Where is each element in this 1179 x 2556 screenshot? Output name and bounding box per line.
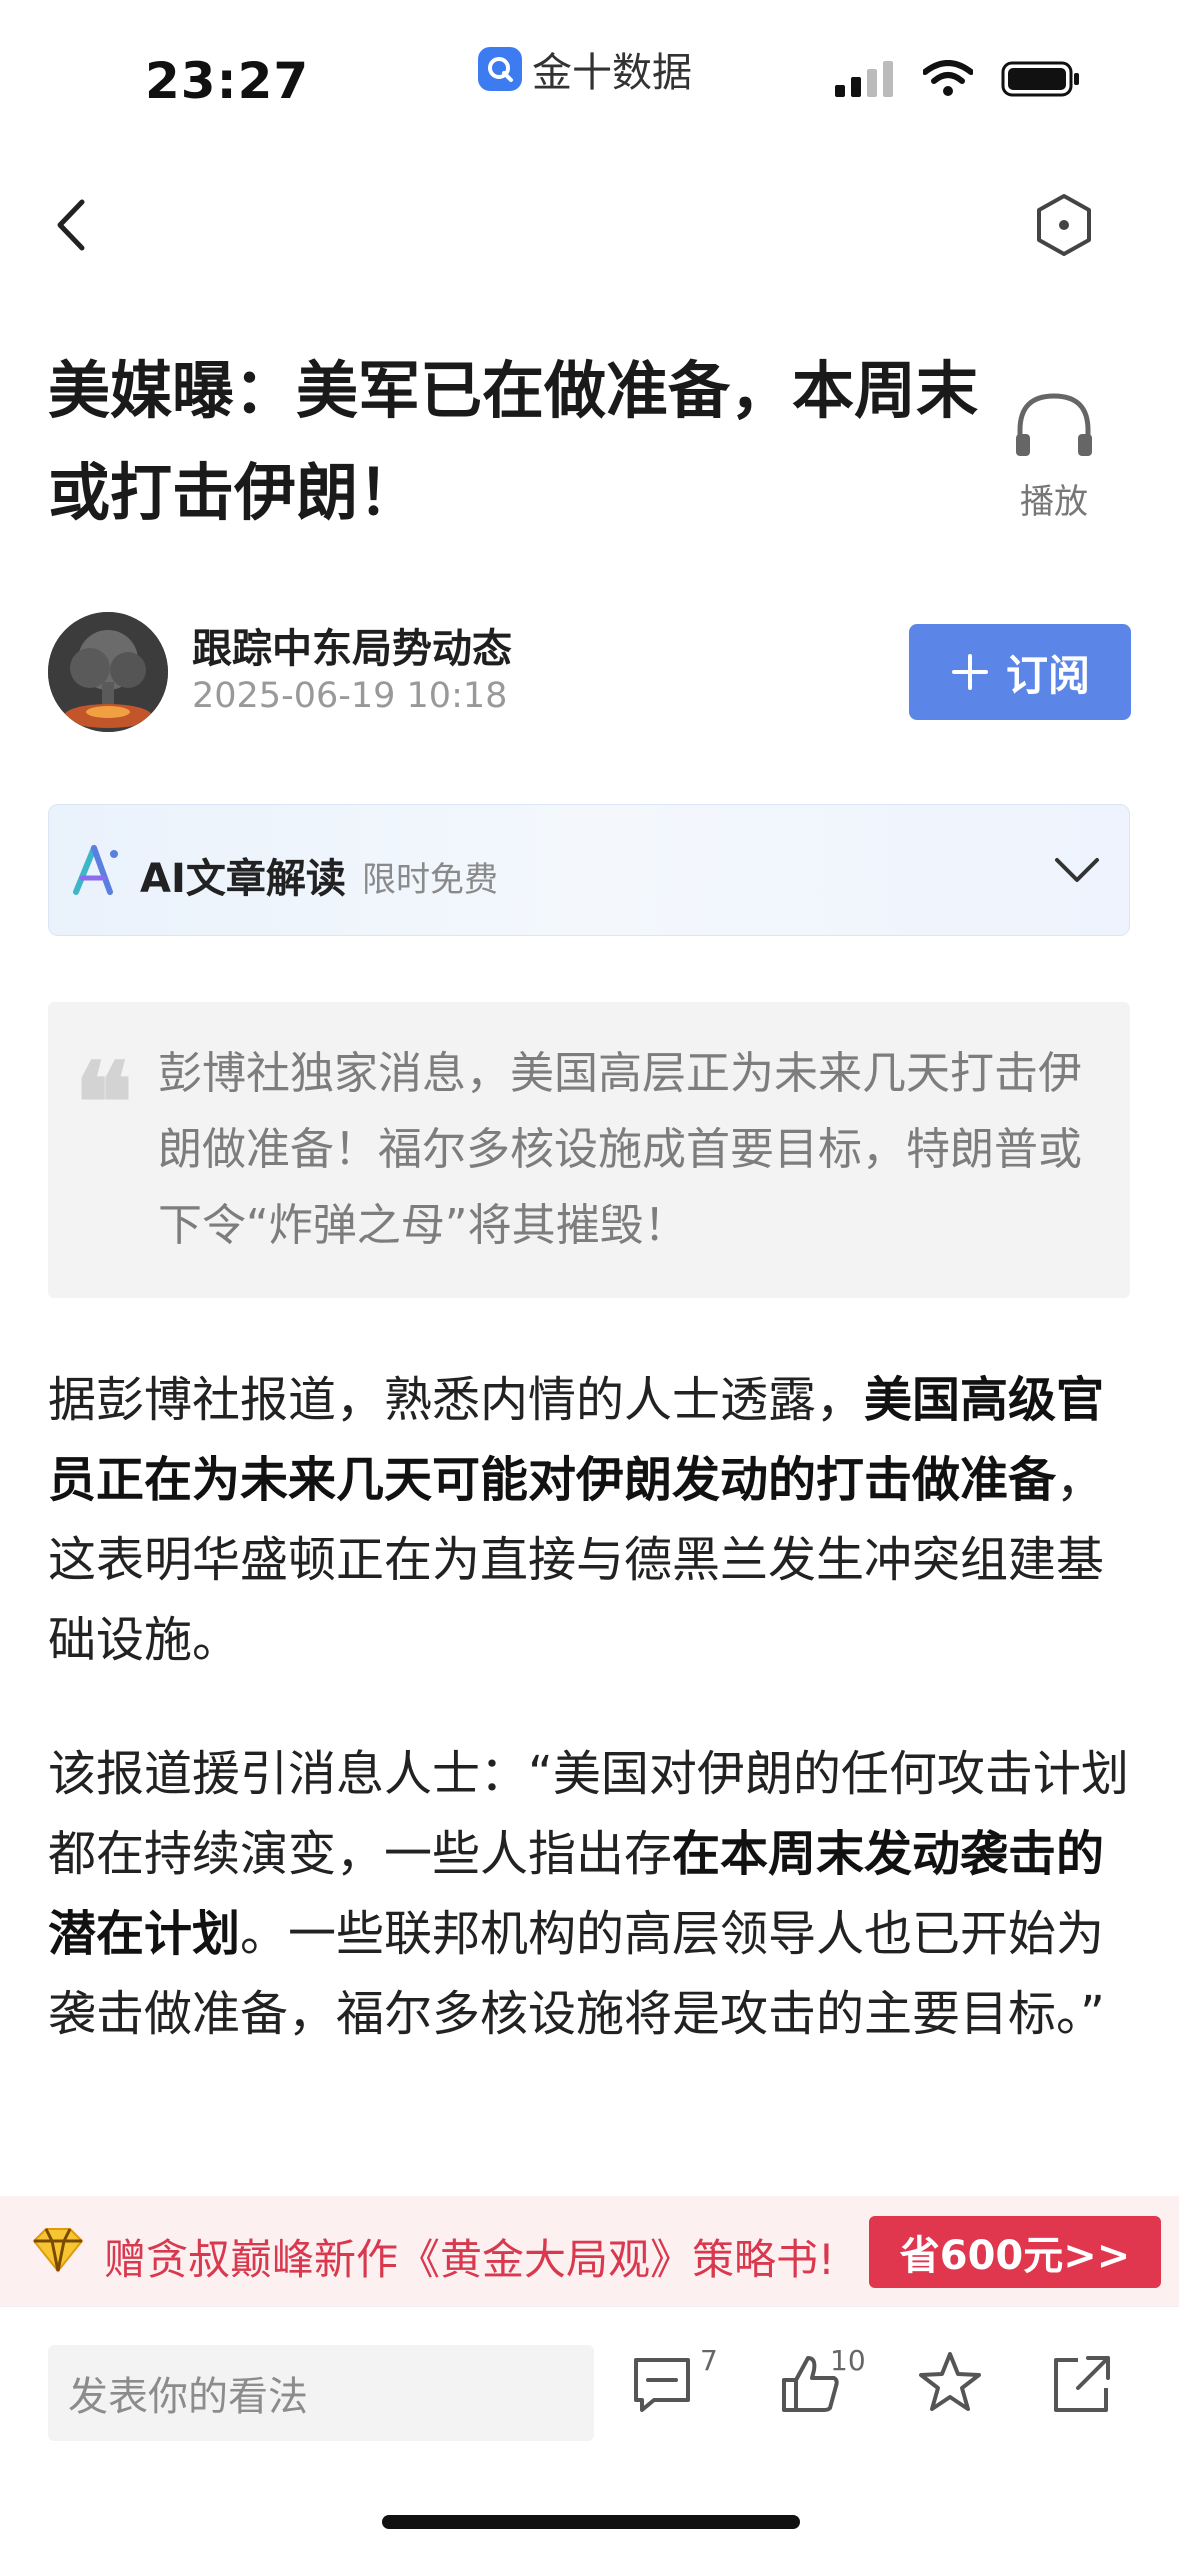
- share-button[interactable]: [1050, 2352, 1114, 2420]
- expand-button[interactable]: [1053, 852, 1101, 888]
- status-time: 23:27: [145, 52, 310, 110]
- hexagon-icon: [1037, 194, 1091, 256]
- back-button[interactable]: [44, 190, 104, 260]
- chevron-down-icon: [1055, 858, 1099, 882]
- diamond-icon: [30, 2225, 86, 2275]
- home-indicator[interactable]: [382, 2515, 800, 2529]
- favorite-button[interactable]: [918, 2350, 982, 2418]
- app-badge: 金十数据: [478, 40, 692, 98]
- paragraph-text: 据彭博社报道，熟悉内情的人士透露，: [48, 1372, 865, 1428]
- battery-icon: [1001, 61, 1079, 97]
- avatar[interactable]: [48, 612, 168, 732]
- signal-icon: [835, 61, 893, 97]
- avatar-image: [48, 612, 168, 732]
- share-icon: [1054, 2356, 1110, 2412]
- article-paragraph: 该报道援引消息人士：“美国对伊朗的任何攻击计划都在持续演变，一些人指出存在本周末…: [48, 1734, 1130, 2054]
- comment-count: 7: [700, 2344, 718, 2377]
- article-title: 美媒曝：美军已在做准备，本周末或打击伊朗！: [48, 354, 979, 529]
- like-count: 10: [830, 2344, 866, 2377]
- wifi-icon: [923, 60, 973, 96]
- ai-bar-badge: 限时免费: [362, 860, 498, 900]
- divider: [0, 2306, 1179, 2307]
- author-name[interactable]: 跟踪中东局势动态: [192, 616, 512, 674]
- comment-icon: [634, 2358, 690, 2412]
- publish-date: 2025-06-19 10:18: [192, 676, 508, 716]
- promo-button[interactable]: 省600元>>: [869, 2216, 1161, 2288]
- article-paragraph: 据彭博社报道，熟悉内情的人士透露，美国高级官员正在为未来几天可能对伊朗发动的打击…: [48, 1360, 1130, 1680]
- subscribe-label: 订阅: [1005, 650, 1090, 700]
- app-name: 金十数据: [532, 50, 692, 96]
- subscribe-button[interactable]: 订阅: [909, 624, 1131, 720]
- status-icons: [835, 60, 1081, 98]
- star-icon: [919, 2352, 981, 2411]
- chevron-left-icon: [57, 199, 85, 251]
- comment-input[interactable]: 发表你的看法: [48, 2345, 594, 2441]
- headphones-icon: [1016, 393, 1092, 456]
- quote-mark-icon: ❝: [74, 1038, 134, 1167]
- app-logo-icon: [478, 47, 522, 91]
- play-audio-button[interactable]: 播放: [989, 390, 1119, 523]
- ai-logo-icon: [70, 842, 120, 898]
- summary-quote-text: 彭博社独家消息，美国高层正为未来几天打击伊朗做准备！福尔多核设施成首要目标，特朗…: [158, 1048, 1082, 1251]
- more-button[interactable]: [1029, 190, 1099, 260]
- play-label: 播放: [1020, 482, 1088, 522]
- plus-icon: [951, 654, 988, 690]
- ai-bar-title: AI文章解读: [140, 856, 346, 902]
- promo-text: 赠贪叔巅峰新作《黄金大局观》策略书!: [104, 2235, 835, 2284]
- comment-button[interactable]: [630, 2352, 694, 2420]
